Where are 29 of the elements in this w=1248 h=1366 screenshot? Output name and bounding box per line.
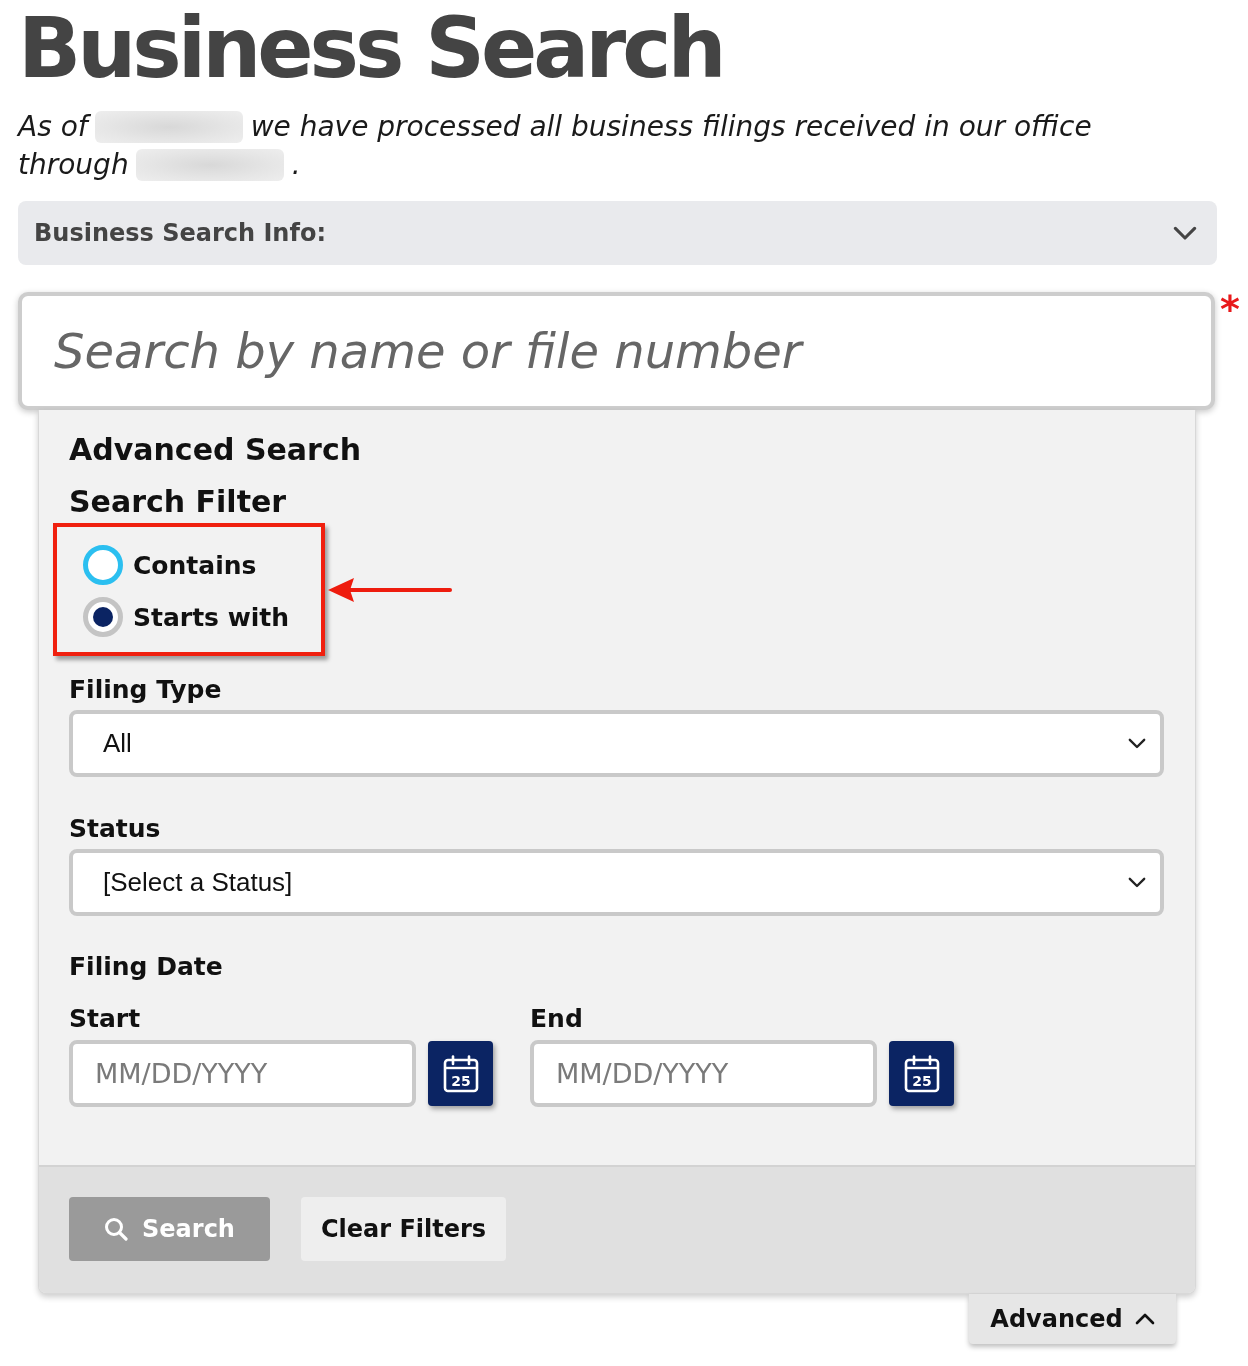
- intro-text: .: [291, 147, 301, 183]
- search-icon: [104, 1217, 129, 1241]
- date-input[interactable]: MM/DD/YYYY: [530, 1040, 877, 1107]
- required-mark: *: [1220, 292, 1240, 326]
- dropdown-field[interactable]: [Select a Status]: [69, 849, 1164, 916]
- radio-label[interactable]: Starts with: [133, 602, 290, 632]
- clear-filters-button[interactable]: Clear Filters: [301, 1197, 506, 1261]
- chevron-icon: [1128, 877, 1146, 888]
- page-title: Business Search: [18, 0, 723, 94]
- dropdown-field[interactable]: All: [69, 710, 1164, 777]
- info-accordion[interactable]: Business Search Info:: [18, 201, 1217, 265]
- field-label: Status: [69, 814, 161, 844]
- field-label: Start: [69, 1004, 141, 1034]
- section-heading: Search Filter: [69, 483, 287, 521]
- date-input[interactable]: MM/DD/YYYY: [69, 1040, 416, 1107]
- intro-text: we have processed all business filings received in our office: [250, 109, 1092, 145]
- field-label: Filing Type: [69, 675, 222, 705]
- radio-button[interactable]: [83, 545, 123, 585]
- field-label: Filing Date: [69, 952, 223, 982]
- chevron-icon: [1128, 738, 1146, 749]
- field-label: End: [530, 1004, 583, 1034]
- search-field[interactable]: Search by name or file number: [18, 292, 1215, 410]
- section-heading: Advanced Search: [69, 431, 362, 469]
- radio-button[interactable]: [83, 597, 123, 637]
- advanced-toggle[interactable]: Advanced: [969, 1294, 1176, 1344]
- calendar-button[interactable]: 25: [889, 1041, 954, 1106]
- intro-text: through: [18, 147, 129, 183]
- calendar-button[interactable]: 25: [428, 1041, 493, 1106]
- radio-label[interactable]: Contains: [133, 550, 257, 580]
